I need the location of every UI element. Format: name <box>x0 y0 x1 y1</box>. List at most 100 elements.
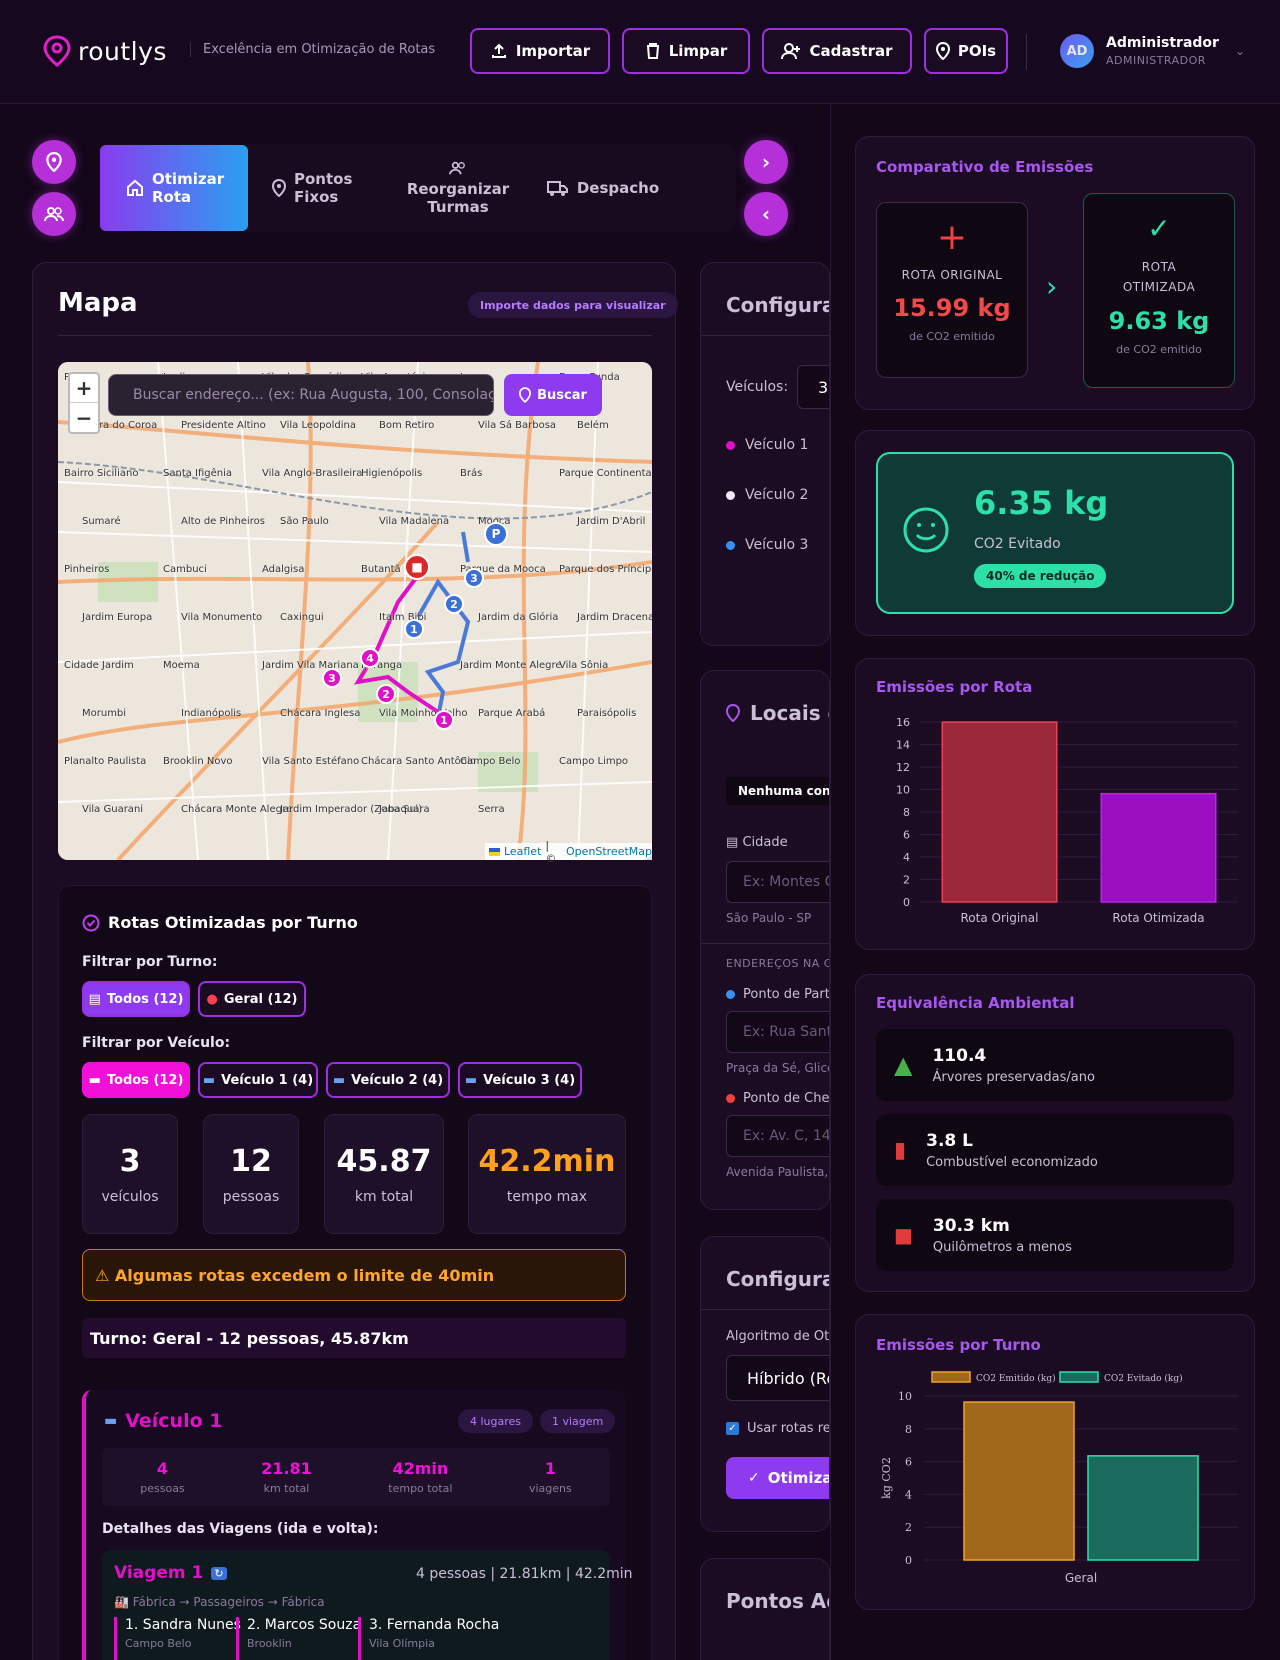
emissions-route-title: Emissões por Rota <box>876 678 1033 696</box>
co2-avoided-box: 6.35 kg CO2 Evitado 40% de redução <box>876 452 1234 614</box>
emissions-turno-title: Emissões por Turno <box>876 1336 1041 1354</box>
partida-input[interactable]: Ex: Rua Santa <box>726 1011 829 1053</box>
bar <box>1100 792 1217 903</box>
route-stop-marker[interactable]: 3 <box>464 568 484 588</box>
passenger-item[interactable]: 2. Marcos Souza Brooklin <box>236 1617 361 1660</box>
config-card: Configuraç Veículos: 3 Veículo 1 Veículo… <box>700 262 830 646</box>
zoom-control: + − <box>68 372 100 434</box>
users-button[interactable] <box>32 192 76 236</box>
route-stop-marker[interactable]: 3 <box>322 668 342 688</box>
route-stop-marker[interactable]: 2 <box>444 594 464 614</box>
config-select[interactable]: Nenhuma config <box>726 777 829 805</box>
dot-icon <box>726 990 735 999</box>
zoom-in-button[interactable]: + <box>70 374 98 403</box>
leaflet-link[interactable]: Leaflet <box>504 845 541 858</box>
veiculo-chip-2[interactable]: ▬ Veículo 2 (4) <box>326 1062 450 1098</box>
bar <box>1087 1455 1199 1561</box>
y-tick-label: 14 <box>896 739 910 752</box>
trips-badge: 1 viagem <box>540 1409 616 1433</box>
dot-icon <box>726 540 735 550</box>
legend-label: CO2 Emitido (kg) <box>976 1373 1056 1384</box>
map-place-label: Vila Sônia <box>559 660 609 671</box>
importar-button[interactable]: Importar <box>470 28 610 74</box>
algoritmo-label: Algoritmo de Oti <box>726 1329 830 1344</box>
vehicle-header: ▬ Veículo 1 <box>104 1410 223 1432</box>
stat-veiculos: 3 veículos <box>82 1114 178 1234</box>
warning-banner: ⚠ Algumas rotas excedem o limite de 40mi… <box>82 1249 626 1301</box>
cadastrar-button[interactable]: Cadastrar <box>762 28 912 74</box>
rotas-header: Rotas Otimizadas por Turno <box>82 913 358 932</box>
original-route-box: + ROTA ORIGINAL 15.99 kg de CO2 emitido <box>876 202 1028 378</box>
algoritmo-select[interactable]: Híbrido (Re <box>726 1355 829 1401</box>
cidade-input[interactable]: Ex: Montes Cl <box>726 861 829 903</box>
factory-marker[interactable]: ■ <box>404 554 430 580</box>
prev-arrow-button[interactable]: ‹ <box>744 192 788 236</box>
map-view[interactable]: PiqueriJardimVila dos RemédiosVila Anast… <box>58 362 652 860</box>
tab-pontos-fixos[interactable]: Pontos Fixos <box>248 145 378 231</box>
cidade-hint: São Paulo - SP <box>726 911 812 925</box>
turno-chip-todos[interactable]: ▤ Todos (12) <box>82 981 190 1017</box>
veiculos-input[interactable]: 3 <box>797 365 829 409</box>
passenger-item[interactable]: 1. Sandra Nunes Campo Belo <box>114 1617 241 1660</box>
check-circle-icon <box>82 914 100 931</box>
veiculo-chip-1[interactable]: ▬ Veículo 1 (4) <box>198 1062 318 1098</box>
map-place-label: Parque dos Príncipes <box>559 564 652 575</box>
veiculo-chip-3[interactable]: ▬ Veículo 3 (4) <box>458 1062 582 1098</box>
tab-bar: Otimizar Rota Pontos Fixos Reorganizar T… <box>98 144 736 232</box>
map-place-label: Jardim Europa <box>82 612 153 623</box>
map-place-label: Jardim Vila Mariana <box>262 660 359 671</box>
y-tick-label: 2 <box>903 874 910 887</box>
tab-despacho[interactable]: Despacho <box>538 145 668 231</box>
partida-label: Ponto de Partic <box>726 987 829 1002</box>
passenger-item[interactable]: 3. Fernanda Rocha Vila Olímpia <box>358 1617 499 1660</box>
pois-button[interactable]: POIs <box>924 28 1008 74</box>
limpar-button[interactable]: Limpar <box>622 28 750 74</box>
location-button[interactable] <box>32 140 76 184</box>
enderecos-label: ENDEREÇOS NA C <box>726 957 830 970</box>
flag-icon <box>489 847 500 856</box>
trip-summary: 4 pessoas | 21.81km | 42.2min <box>416 1566 633 1582</box>
map-attribution: Leaflet | © OpenStreetMap <box>485 839 652 865</box>
address-search-input[interactable]: Buscar endereço... (ex: Rua Augusta, 100… <box>108 374 494 416</box>
user-menu[interactable]: AD Administrador ADMINISTRADOR ⌄ <box>1060 34 1245 68</box>
map-place-label: Jardim Monte Alegre <box>460 660 562 671</box>
next-arrow-button[interactable]: › <box>744 140 788 184</box>
veiculo-chip-todos[interactable]: ▬ Todos (12) <box>82 1062 190 1098</box>
map-place-label: Jardim D'Abril <box>577 516 646 527</box>
tab-otimizar-rota[interactable]: Otimizar Rota <box>100 145 248 231</box>
bar <box>963 1401 1075 1561</box>
otimizar-button[interactable]: ✓ Otimiza <box>726 1457 829 1499</box>
pin-icon <box>519 387 532 403</box>
legend-swatch <box>931 1371 971 1383</box>
logo[interactable]: routlys <box>42 34 167 68</box>
map-tiles[interactable] <box>58 362 652 860</box>
parking-marker[interactable]: P <box>484 522 508 546</box>
rotas-checkbox[interactable]: ✓ Usar rotas re <box>726 1421 829 1436</box>
map-place-label: Higienópolis <box>361 468 423 479</box>
y-tick-label: 0 <box>903 896 910 909</box>
trip-route: 🏭 Fábrica → Passageiros → Fábrica <box>114 1595 325 1609</box>
vehicle-stats: 4 pessoas 21.81 km total 42min tempo total … <box>102 1448 610 1506</box>
route-stop-marker[interactable]: 4 <box>360 648 380 668</box>
zoom-out-button[interactable]: − <box>70 403 98 432</box>
osm-link[interactable]: OpenStreetMap <box>566 845 652 858</box>
route-stop-marker[interactable]: 1 <box>434 710 454 730</box>
turno-chip-geral[interactable]: ● Geral (12) <box>198 981 306 1017</box>
divider <box>701 943 829 944</box>
y-tick-label: 4 <box>903 851 910 864</box>
buscar-button[interactable]: Buscar <box>504 374 602 416</box>
checkbox-icon: ✓ <box>726 1422 739 1435</box>
tab-reorganizar-turmas[interactable]: Reorganizar Turmas <box>378 145 538 231</box>
equivalencia-km: ■ 30.3 km Quilômetros a menos <box>876 1199 1234 1271</box>
route-stop-marker[interactable]: 1 <box>404 619 424 639</box>
building-icon: ▤ <box>726 835 739 850</box>
y-axis-label: kg CO2 <box>880 1457 893 1499</box>
map-place-label: Planalto Paulista <box>64 756 147 767</box>
fuel-icon: ▮ <box>894 1137 907 1163</box>
x-tick-label: Rota Otimizada <box>1112 911 1204 925</box>
chegada-input[interactable]: Ex: Av. C, 141 <box>726 1115 829 1157</box>
y-tick-label: 8 <box>903 806 910 819</box>
smile-icon <box>903 507 949 553</box>
route-stop-marker[interactable]: 2 <box>376 684 396 704</box>
home-icon <box>127 179 143 196</box>
